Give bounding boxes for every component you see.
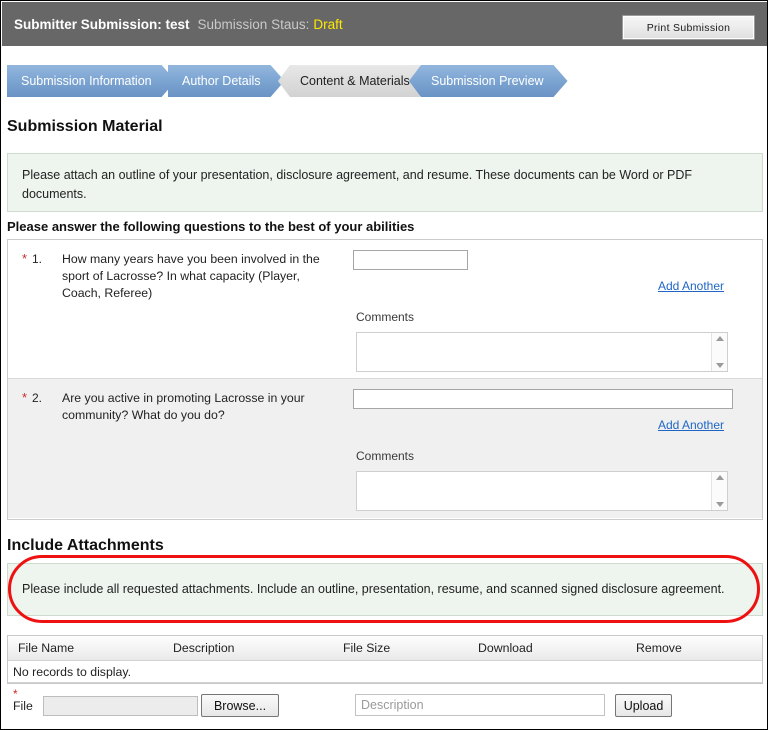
add-another-link[interactable]: Add Another [658, 279, 724, 293]
tab-label: Submission Information [21, 74, 152, 88]
required-asterisk-icon: * [22, 252, 27, 265]
scroll-down-arrow-icon[interactable] [716, 502, 724, 507]
status-label: Submission Staus: [198, 17, 310, 32]
file-field-label: File [13, 699, 33, 713]
tab-label: Author Details [182, 74, 261, 88]
comments-textarea-wrapper [356, 332, 728, 372]
submission-material-heading: Submission Material [7, 118, 163, 136]
comments-textarea[interactable] [357, 472, 711, 510]
print-submission-button[interactable]: Print Submission [622, 15, 755, 40]
page-root: Submitter Submission: test Submission Sta… [0, 0, 768, 730]
question-answer-input[interactable] [353, 250, 468, 270]
tab-author-details[interactable]: Author Details [168, 65, 285, 97]
table-empty-message: No records to display. [8, 661, 762, 683]
required-asterisk-icon: * [22, 391, 27, 404]
add-another-link[interactable]: Add Another [658, 418, 724, 432]
question-number: 2. [32, 391, 42, 405]
submission-material-info-box: Please attach an outline of your present… [7, 153, 763, 212]
question-number: 1. [32, 252, 42, 266]
column-header-file-name: File Name [8, 641, 173, 655]
scroll-down-arrow-icon[interactable] [716, 363, 724, 368]
comments-label: Comments [356, 310, 414, 324]
scroll-up-arrow-icon[interactable] [716, 336, 724, 341]
column-header-file-size: File Size [343, 641, 478, 655]
questions-panel: * 1. How many years have you been involv… [7, 239, 763, 520]
tab-submission-preview[interactable]: Submission Preview [409, 65, 568, 97]
tab-submission-information[interactable]: Submission Information [7, 65, 176, 97]
file-upload-row: * File Browse... Upload [7, 686, 763, 726]
status-badge: Draft [313, 17, 342, 32]
question-row: * 2. Are you active in promoting Lacross… [8, 379, 762, 518]
column-header-description: Description [173, 641, 343, 655]
question-row: * 1. How many years have you been involv… [8, 240, 762, 379]
tab-label: Submission Preview [431, 74, 544, 88]
scroll-up-arrow-icon[interactable] [716, 475, 724, 480]
page-title: Submitter Submission: test [14, 17, 190, 32]
comments-scrollbar[interactable] [711, 333, 727, 371]
upload-button[interactable]: Upload [615, 694, 672, 717]
header-text-group: Submitter Submission: test Submission Sta… [2, 17, 343, 32]
table-header-row: File Name Description File Size Download… [8, 636, 762, 661]
file-path-input[interactable] [43, 696, 198, 716]
comments-scrollbar[interactable] [711, 472, 727, 510]
question-text: How many years have you been involved in… [62, 251, 338, 302]
tab-bar: Submission Information Author Details Co… [1, 65, 768, 97]
include-attachments-info-box: Please include all requested attachments… [7, 563, 763, 616]
column-header-download: Download [478, 641, 636, 655]
question-text: Are you active in promoting Lacrosse in … [62, 390, 338, 424]
comments-label: Comments [356, 449, 414, 463]
description-input[interactable] [355, 694, 605, 716]
questions-subheading: Please answer the following questions to… [7, 219, 414, 234]
comments-textarea-wrapper [356, 471, 728, 511]
question-answer-input[interactable] [353, 389, 733, 409]
comments-textarea[interactable] [357, 333, 711, 371]
attachments-table: File Name Description File Size Download… [7, 635, 763, 684]
column-header-remove: Remove [636, 641, 756, 655]
tab-label: Content & Materials [300, 74, 410, 88]
browse-button[interactable]: Browse... [201, 694, 279, 717]
include-attachments-heading: Include Attachments [7, 537, 164, 555]
header-bar: Submitter Submission: test Submission Sta… [2, 2, 768, 46]
